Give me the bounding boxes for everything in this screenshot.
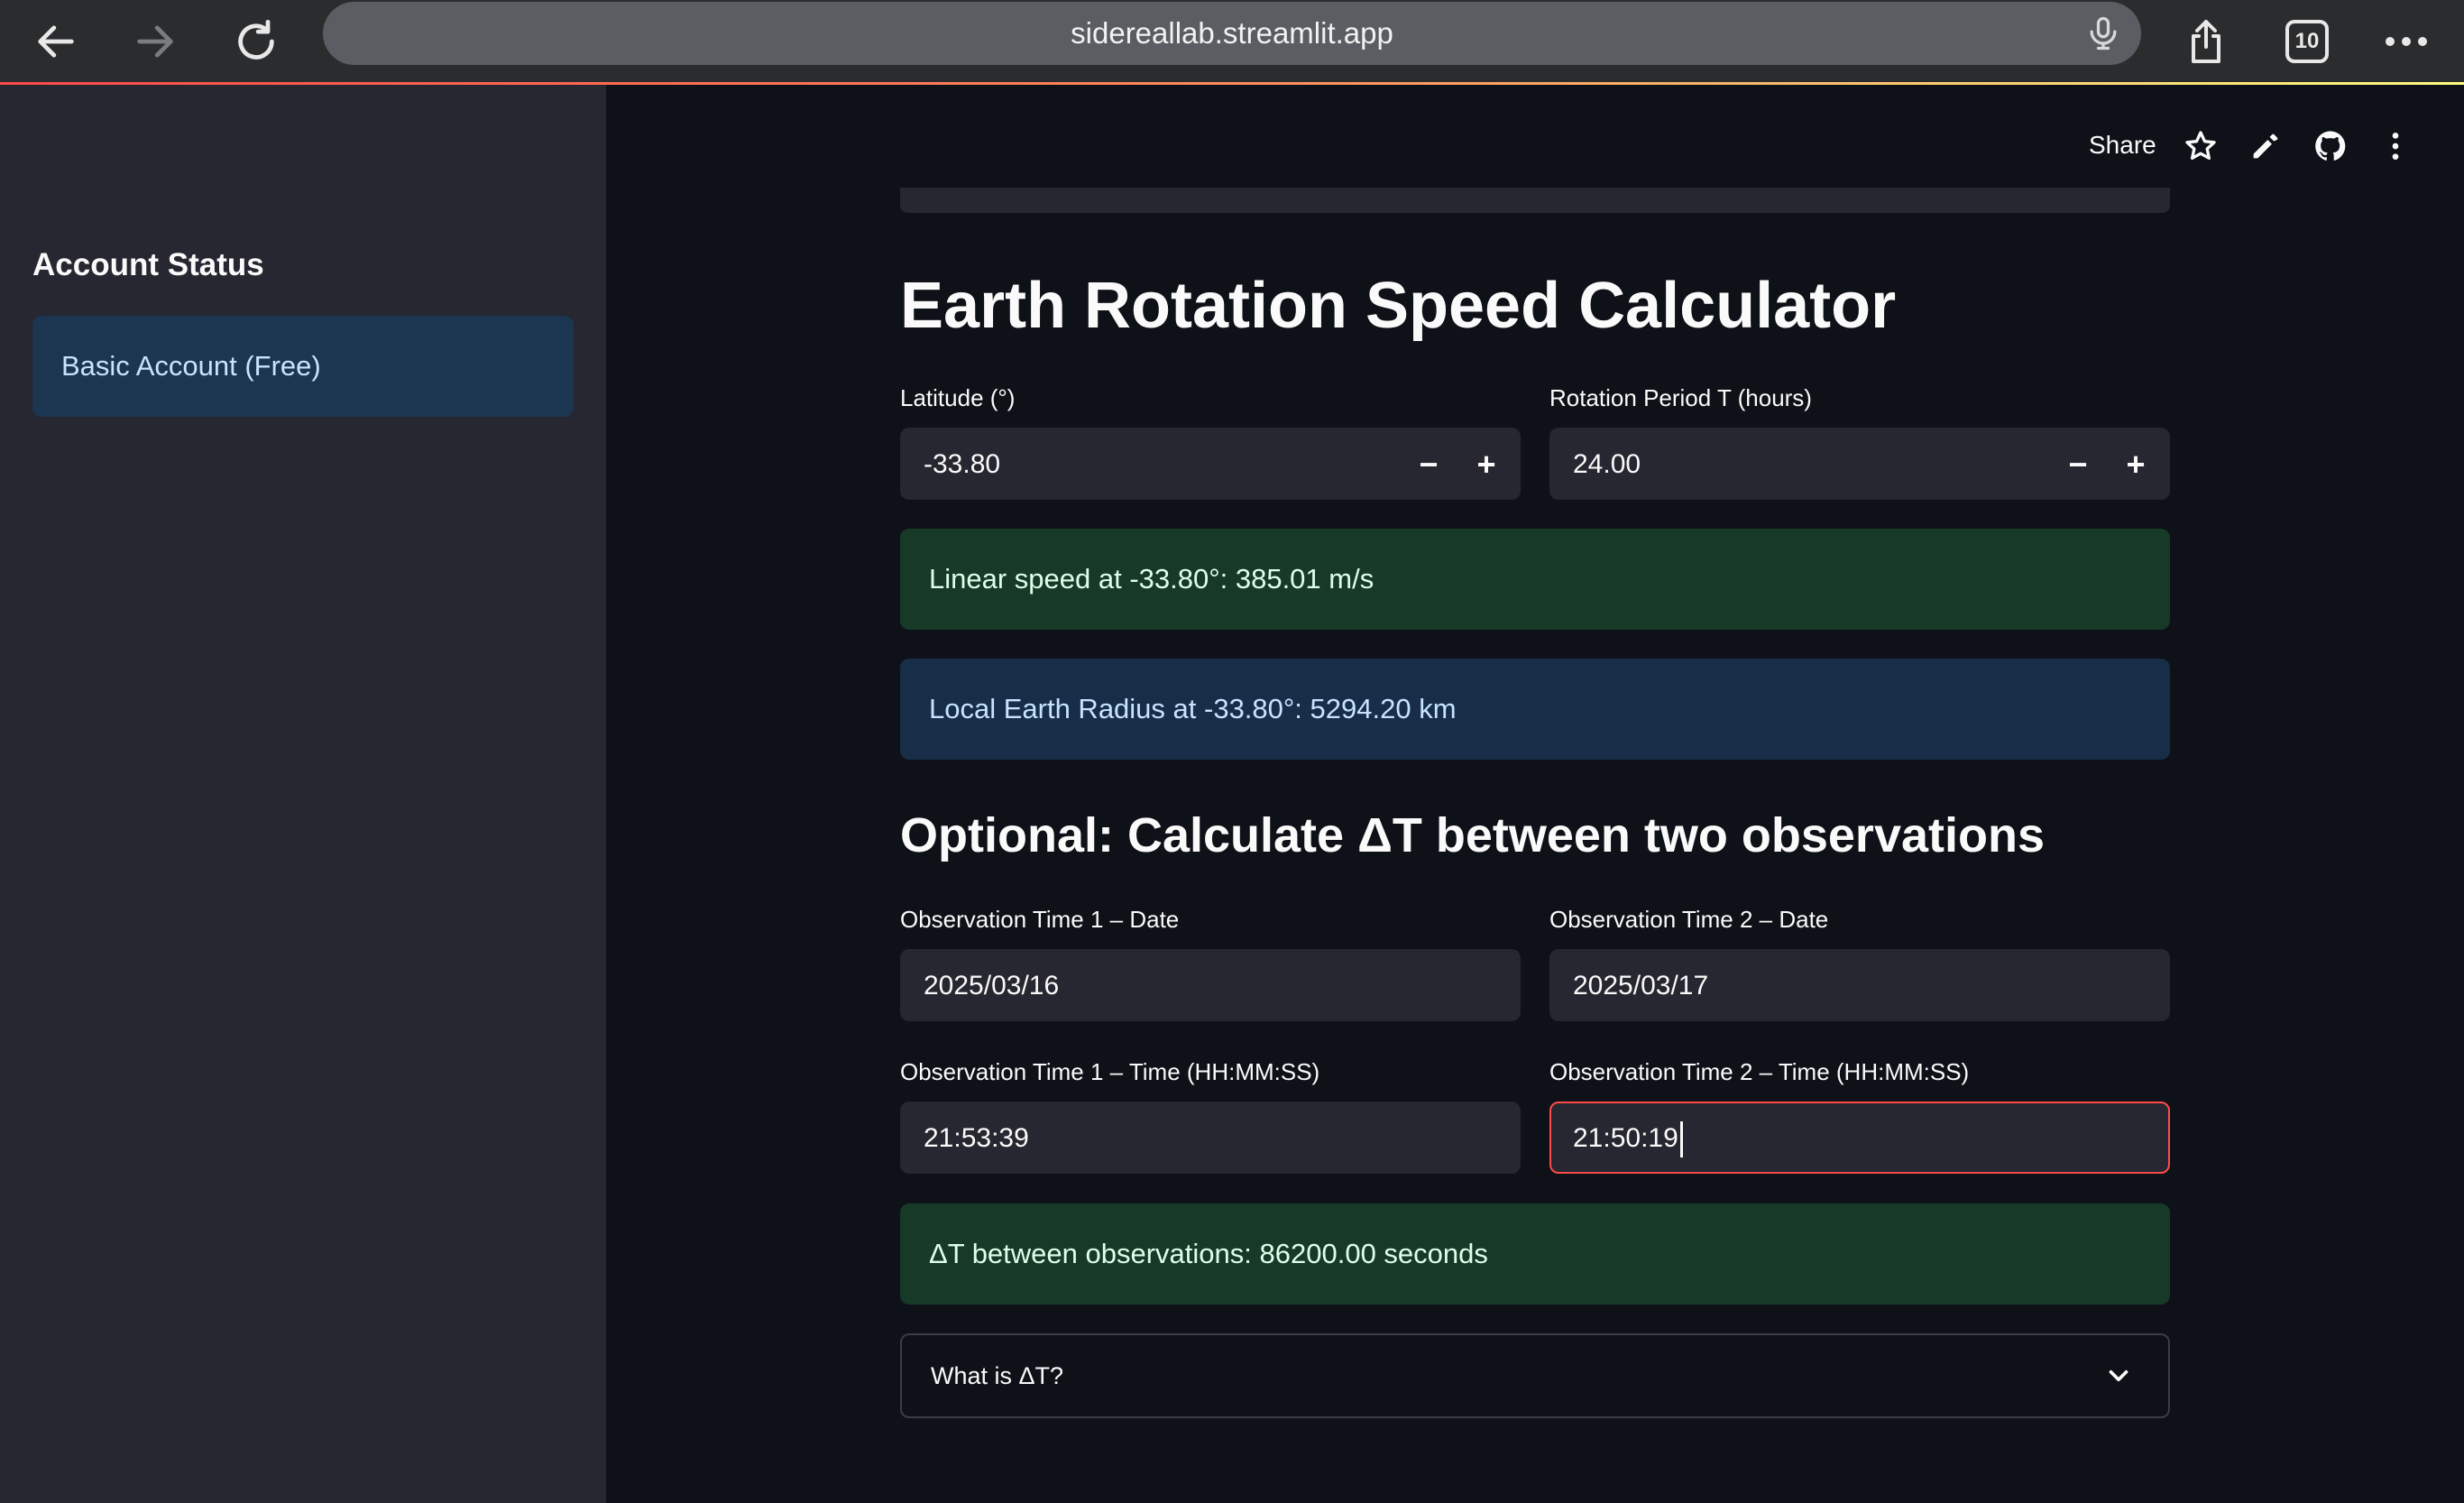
- tab-count-badge: 10: [2285, 20, 2329, 63]
- obs1-date-label: Observation Time 1 – Date: [900, 906, 1180, 933]
- obs2-time-value-wrap: 21:50:19: [1573, 1103, 1683, 1174]
- chevron-down-icon: [2109, 1369, 2128, 1382]
- obs1-date-input[interactable]: 2025/03/16: [900, 949, 1521, 1021]
- period-value: 24.00: [1573, 449, 1641, 479]
- vertical-dots-icon: [2392, 133, 2399, 160]
- latitude-value: -33.80: [924, 449, 1001, 479]
- period-increment-button[interactable]: +: [2107, 429, 2165, 500]
- obs1-date-value: 2025/03/16: [924, 971, 1060, 1000]
- obs1-time-input[interactable]: 21:53:39: [900, 1102, 1521, 1174]
- star-button[interactable]: [2183, 128, 2219, 164]
- delta-t-expander[interactable]: What is ΔT?: [900, 1333, 2170, 1418]
- tabs-button[interactable]: 10: [2271, 5, 2343, 78]
- github-button[interactable]: [2312, 128, 2349, 164]
- share-button[interactable]: Share: [2089, 131, 2156, 160]
- obs2-date-value: 2025/03/17: [1573, 971, 1709, 1000]
- sidebar-title: Account Status: [32, 247, 264, 282]
- url-text: sidereallab.streamlit.app: [1071, 16, 1393, 50]
- obs1-time-label: Observation Time 1 – Time (HH:MM:SS): [900, 1058, 1320, 1085]
- pencil-icon: [2253, 134, 2278, 159]
- text-caret: [1679, 1121, 1683, 1158]
- obs2-time-value: 21:50:19: [1573, 1123, 1678, 1153]
- local-radius-result: Local Earth Radius at -33.80°: 5294.20 k…: [900, 659, 2170, 760]
- obs2-time-input[interactable]: 21:50:19: [1549, 1102, 2170, 1174]
- account-status-badge: Basic Account (Free): [32, 316, 574, 417]
- obs2-date-input[interactable]: 2025/03/17: [1549, 949, 2170, 1021]
- delta-t-result: ΔT between observations: 86200.00 second…: [900, 1203, 2170, 1305]
- obs2-time-label: Observation Time 2 – Time (HH:MM:SS): [1549, 1058, 1970, 1085]
- reload-icon: [238, 19, 274, 60]
- reload-button[interactable]: [220, 5, 292, 78]
- arrow-left-icon: [38, 25, 74, 58]
- linear-speed-result: Linear speed at -33.80°: 385.01 m/s: [900, 529, 2170, 630]
- latitude-increment-button[interactable]: +: [1457, 429, 1515, 500]
- latitude-label: Latitude (°): [900, 384, 1016, 411]
- expander-label: What is ΔT?: [931, 1362, 1064, 1389]
- more-icon: [2386, 37, 2427, 46]
- period-decrement-button[interactable]: −: [2049, 429, 2107, 500]
- share-page-button[interactable]: [2170, 5, 2242, 78]
- latitude-decrement-button[interactable]: −: [1400, 429, 1457, 500]
- github-icon: [2315, 131, 2346, 161]
- address-bar[interactable]: sidereallab.streamlit.app: [323, 2, 2141, 65]
- latitude-input[interactable]: -33.80 − +: [900, 428, 1521, 500]
- browser-toolbar: sidereallab.streamlit.app 10: [0, 0, 2464, 83]
- previous-section-bottom: [900, 188, 2170, 213]
- period-label: Rotation Period T (hours): [1549, 384, 1812, 411]
- obs1-time-value: 21:53:39: [924, 1123, 1029, 1153]
- star-icon: [2185, 131, 2216, 160]
- period-input[interactable]: 24.00 − +: [1549, 428, 2170, 500]
- back-button[interactable]: [20, 5, 92, 78]
- edit-button[interactable]: [2248, 128, 2284, 164]
- page-title: Earth Rotation Speed Calculator: [900, 270, 1897, 342]
- microphone-icon[interactable]: [2083, 14, 2123, 53]
- arrow-right-icon: [137, 25, 173, 58]
- obs2-date-label: Observation Time 2 – Date: [1549, 906, 1829, 933]
- app-menu-button[interactable]: [2377, 128, 2413, 164]
- section-title: Optional: Calculate ΔT between two obser…: [900, 808, 2045, 862]
- browser-menu-button[interactable]: [2370, 5, 2442, 78]
- sidebar: Account Status Basic Account (Free): [0, 85, 606, 1503]
- share-icon: [2192, 20, 2220, 63]
- forward-button[interactable]: [119, 5, 191, 78]
